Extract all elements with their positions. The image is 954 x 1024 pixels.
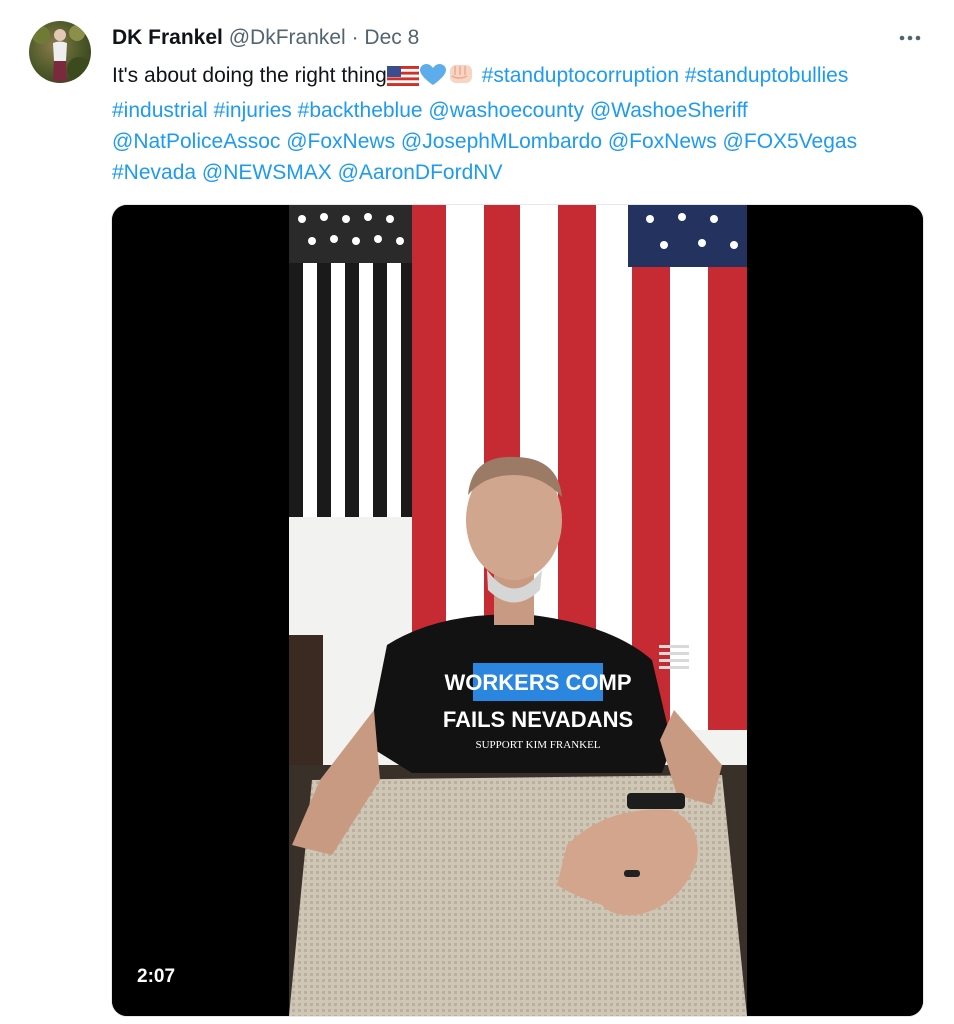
mention-washoesheriff[interactable]: @WashoeSheriff [590,99,748,122]
mention-fox5vegas[interactable]: @FOX5Vegas [723,130,858,153]
mention-natpoliceassoc[interactable]: @NatPoliceAssoc [112,130,280,153]
hashtag-backtheblue[interactable]: #backtheblue [298,99,423,122]
video-player[interactable]: WORKERS COMP FAILS NEVADANS SUPPORT KIM … [111,204,924,1017]
video-frame: WORKERS COMP FAILS NEVADANS SUPPORT KIM … [112,205,923,1016]
author-name[interactable]: DK Frankel [112,26,223,49]
mention-foxnews-2[interactable]: @FoxNews [608,130,717,153]
author-avatar[interactable] [29,21,91,83]
mention-newsmax[interactable]: @NEWSMAX [202,161,332,184]
mention-washoecounty[interactable]: @washoecounty [428,99,584,122]
tweet-card: DK Frankel @DkFrankel · Dec 8 It's about… [0,0,954,1024]
tweet-text: It's about doing the right thing #standu… [112,60,912,188]
tweet-header: DK Frankel @DkFrankel · Dec 8 [112,24,419,52]
hashtag-standuptobullies[interactable]: #standuptobullies [685,64,848,87]
hashtag-nevada[interactable]: #Nevada [112,161,196,184]
video-duration: 2:07 [137,966,176,987]
separator-dot: · [351,26,359,49]
tweet-date[interactable]: Dec 8 [364,26,419,49]
shirt-text-line2: FAILS NEVADANS [443,707,633,732]
shirt-text-line1: WORKERS COMP [445,670,632,695]
blue-heart-emoji [419,64,446,95]
us-flag-emoji [386,64,420,95]
mention-josephmlombardo[interactable]: @JosephMLombardo [401,130,602,153]
raised-fist-emoji [447,62,475,95]
author-handle[interactable]: @DkFrankel [229,26,346,49]
mention-foxnews[interactable]: @FoxNews [286,130,395,153]
hashtag-industrial[interactable]: #industrial [112,99,208,122]
shirt-text-line3: SUPPORT KIM FRANKEL [475,739,600,751]
tweet-text-intro: It's about doing the right thing [112,64,387,87]
mention-aarondfordnv[interactable]: @AaronDFordNV [338,161,503,184]
hashtag-standuptocorruption[interactable]: #standuptocorruption [482,64,679,87]
thin-blue-line-flag [289,205,414,517]
more-options-icon[interactable] [888,22,932,54]
hashtag-injuries[interactable]: #injuries [214,99,292,122]
